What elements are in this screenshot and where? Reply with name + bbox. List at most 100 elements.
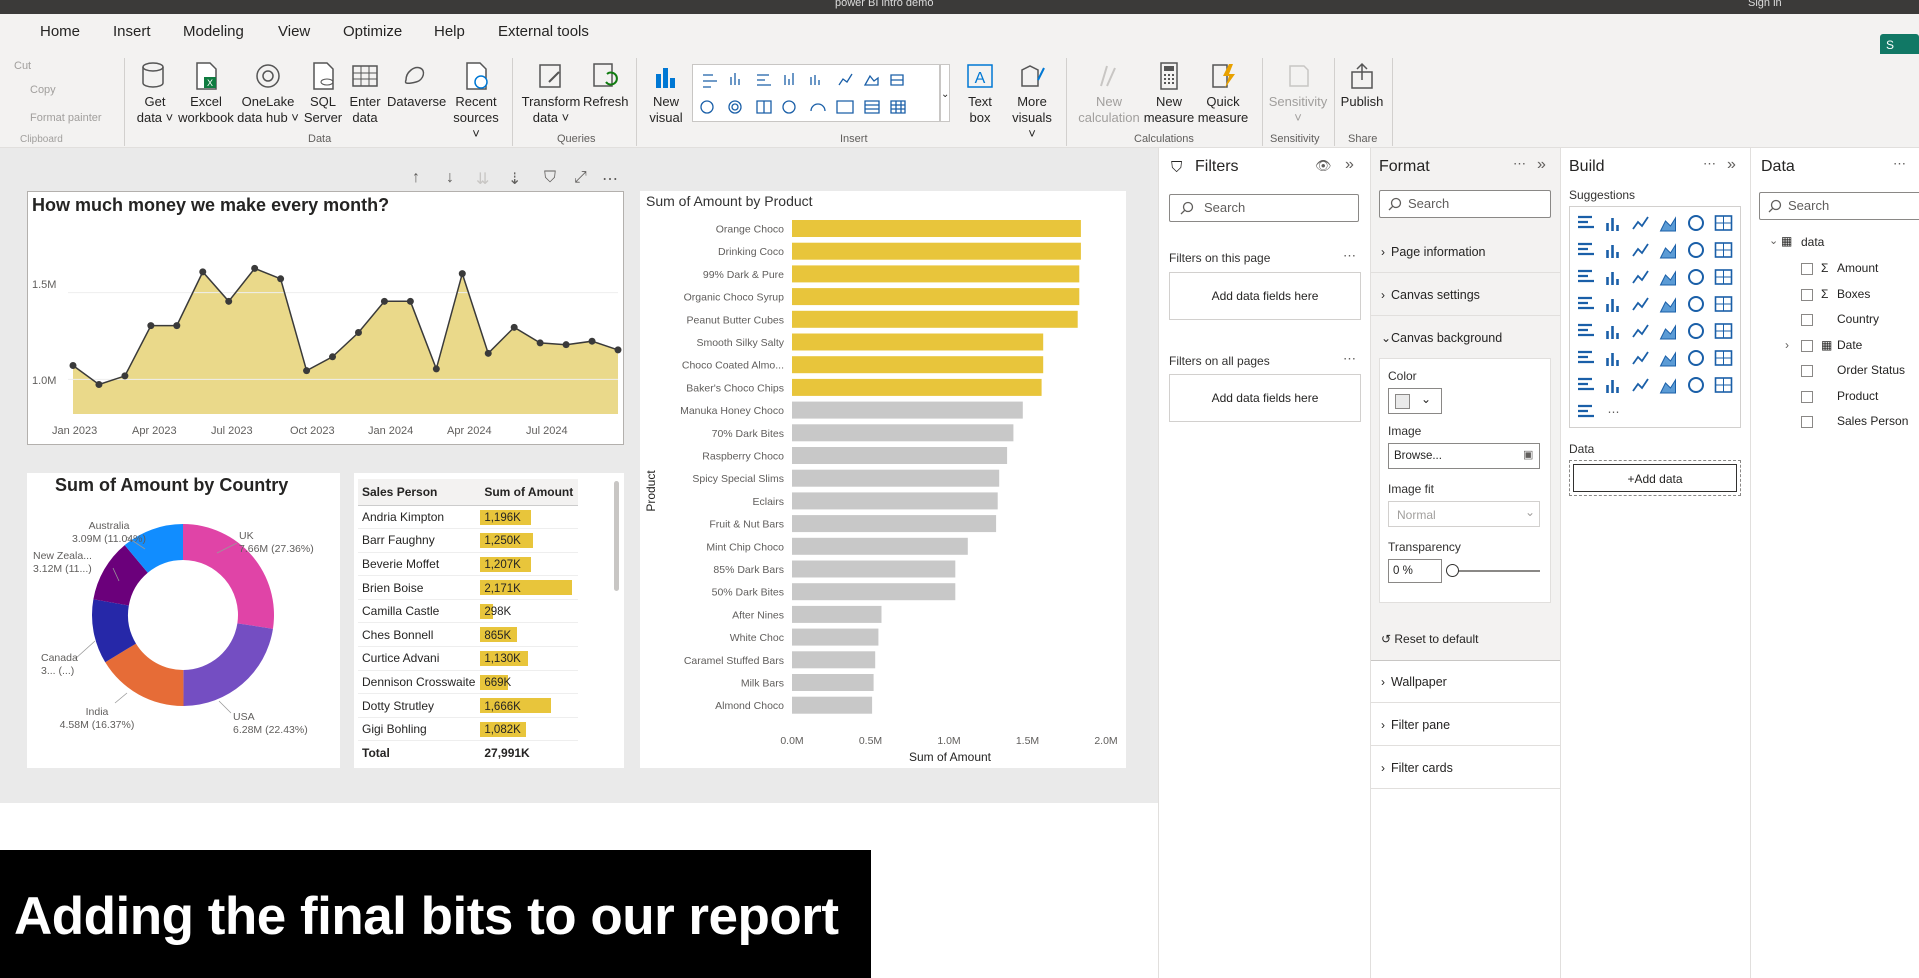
visual-type-icon[interactable] [1659,270,1676,286]
visual-type-icon[interactable] [1688,377,1704,393]
section-canvas-background[interactable]: ⌄Canvas background [1381,331,1502,345]
tab-home[interactable]: Home [40,23,80,40]
line-chart-visual[interactable]: How much money we make every month? 1.5M… [27,191,624,445]
visual-type-icon[interactable] [1606,245,1619,258]
field-checkbox[interactable] [1801,339,1813,352]
bar[interactable] [792,492,998,510]
visual-type-icon[interactable] [1632,243,1649,257]
enter-data-button[interactable]: Enter data [346,60,384,126]
new-measure-button[interactable]: New measure [1142,60,1196,126]
data-point[interactable] [199,268,207,276]
color-picker[interactable]: ⌄ [1388,388,1442,414]
visual-type-icon[interactable] [1688,296,1704,312]
visual-type-icon[interactable] [1632,351,1649,365]
transform-data-button[interactable]: Transform data ˅ [521,60,581,126]
quick-measure-button[interactable]: Quick measure [1194,60,1252,126]
visual-type-icon[interactable] [1606,218,1619,231]
data-point[interactable] [562,341,570,349]
visual-type-icon[interactable] [1578,377,1594,391]
bar[interactable] [792,424,1014,442]
sign-in-link[interactable]: Sign in [1748,0,1782,9]
more-options-icon[interactable]: ⋯ [1893,156,1906,172]
visual-type-icon[interactable] [1606,272,1619,285]
reset-to-default-button[interactable]: ↺ Reset to default [1381,632,1478,646]
bar[interactable] [792,469,1000,487]
visual-type-icon[interactable] [1659,378,1676,394]
field-checkbox[interactable] [1801,288,1813,301]
table-row[interactable]: Brien Boise 2,171K [358,575,578,600]
table-scrollbar[interactable] [614,481,619,591]
data-point[interactable] [354,329,362,337]
visual-type-icon[interactable] [1606,353,1619,366]
page-filter-dropzone[interactable]: Add data fields here [1169,272,1361,320]
tab-insert[interactable]: Insert [113,23,151,40]
field-name[interactable]: Sales Person [1837,414,1908,428]
visual-type-icon[interactable] [1578,404,1594,418]
data-point[interactable] [406,297,414,305]
visual-type-icon[interactable] [1578,215,1594,229]
section-filter-pane[interactable]: › Filter pane [1381,718,1450,732]
collapse-pane-icon[interactable]: » [1537,156,1546,174]
format-painter-button[interactable]: Format painter [30,110,102,126]
visual-type-icon[interactable] [1714,269,1733,285]
data-point[interactable] [588,337,596,345]
visual-type-icon[interactable] [1688,215,1704,231]
visual-type-icon[interactable] [1632,324,1649,338]
data-table-name[interactable]: data [1801,235,1824,249]
table-row[interactable]: Dennison Crosswaite 669K [358,670,578,695]
bar[interactable] [792,401,1023,419]
tab-external-tools[interactable]: External tools [498,23,589,40]
section-page-information[interactable]: › Page information [1381,245,1486,259]
chevron-right-icon[interactable]: › [1785,338,1789,352]
field-checkbox[interactable] [1801,314,1813,326]
data-point[interactable] [303,367,311,375]
visual-type-icon[interactable] [1578,242,1594,256]
data-point[interactable] [614,346,622,354]
onelake-button[interactable]: OneLake data hub ˅ [237,60,299,126]
bar[interactable] [792,356,1044,374]
chevron-down-icon[interactable]: ⌄ [1769,234,1778,247]
visual-type-icon[interactable] [1632,216,1649,230]
col-header-sales-person[interactable]: Sales Person [358,479,481,506]
sql-server-button[interactable]: SQL Server [303,60,343,126]
table-row[interactable]: Camilla Castle 298K [358,599,578,624]
tab-modeling[interactable]: Modeling [183,23,244,40]
field-checkbox[interactable] [1801,263,1813,275]
visual-type-icon[interactable] [1632,378,1649,392]
visual-type-icon[interactable] [1659,297,1676,313]
filter-icon[interactable]: ⛉ [544,169,556,187]
bar[interactable] [792,242,1081,260]
table-row[interactable]: Barr Faughny 1,250K [358,528,578,553]
sensitivity-button[interactable]: Sensitivity ˅ [1268,60,1328,126]
field-name[interactable]: Boxes [1837,287,1870,301]
collapse-pane-icon[interactable]: » [1345,156,1354,174]
visual-type-icon[interactable] [1688,350,1704,366]
drill-up-icon[interactable]: ↑ [412,169,420,187]
data-point[interactable] [458,270,466,278]
visual-type-icon[interactable] [1606,380,1619,393]
data-point[interactable] [329,353,337,361]
publish-button[interactable]: Publish [1340,60,1384,110]
table-row[interactable]: Dotty Strutley 1,666K [358,693,578,718]
field-checkbox[interactable] [1801,390,1813,403]
focus-mode-icon[interactable]: ⤢ [574,169,587,187]
visual-type-icon[interactable] [1714,350,1733,366]
add-data-button[interactable]: +Add data [1573,464,1737,492]
bar[interactable] [792,583,956,601]
table-row[interactable]: Gigi Bohling 1,082K [358,717,578,742]
more-options-icon[interactable]: ⋯ [1343,248,1356,264]
bar[interactable] [792,515,997,533]
field-name[interactable]: Amount [1837,261,1878,275]
excel-workbook-button[interactable]: X Excel workbook [178,60,234,126]
donut-slice[interactable] [183,524,274,629]
filters-search-input[interactable]: Search [1169,194,1359,222]
table-row[interactable]: Beverie Moffet 1,207K [358,552,578,577]
field-name[interactable]: Product [1837,389,1878,403]
new-calculation-button[interactable]: New calculation [1076,60,1142,126]
transparency-input[interactable]: 0 % [1388,559,1442,583]
bar[interactable] [792,333,1044,351]
format-search-input[interactable]: Search [1379,190,1551,218]
collapse-pane-icon[interactable]: » [1727,156,1736,174]
data-point[interactable] [484,349,492,357]
visual-type-icon[interactable] [1659,243,1676,259]
